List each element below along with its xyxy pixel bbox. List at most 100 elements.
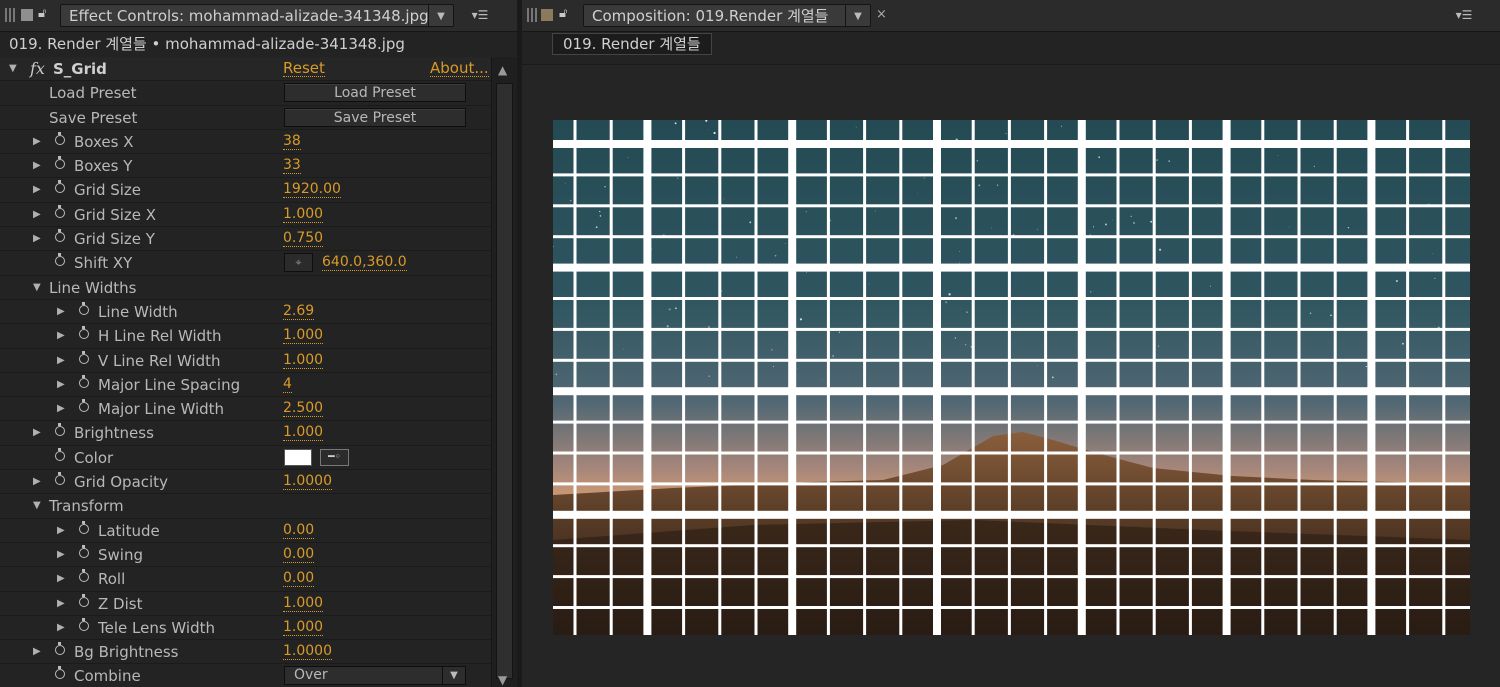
triangle-collapsed-icon[interactable]: ▶ (57, 355, 65, 367)
stopwatch-icon[interactable] (55, 642, 65, 656)
stopwatch-icon[interactable] (79, 350, 89, 364)
triangle-collapsed-icon[interactable]: ▶ (57, 330, 65, 342)
param-value-v-line-rel-width[interactable]: 1.000 (283, 352, 324, 369)
reset-link[interactable]: Reset (283, 60, 325, 77)
param-value-major-line-spacing[interactable]: 4 (283, 376, 292, 393)
scrollbar-thumb[interactable] (496, 83, 513, 679)
stopwatch-icon[interactable] (55, 229, 65, 243)
stopwatch-icon[interactable] (55, 253, 65, 267)
stopwatch-icon[interactable] (79, 301, 89, 315)
param-value-line-width[interactable]: 2.69 (283, 303, 315, 320)
chevron-down-icon[interactable]: ▼ (845, 5, 870, 26)
composition-name-tab[interactable]: 019. Render 계열들 (552, 33, 712, 55)
group-row-transform[interactable]: ▼ Transform (0, 494, 491, 519)
stopwatch-icon[interactable] (55, 423, 65, 437)
stopwatch-icon[interactable] (55, 472, 65, 486)
combine-select[interactable]: Over ▼ (284, 666, 466, 686)
param-value-z-dist[interactable]: 1.000 (283, 595, 324, 612)
triangle-expanded-icon[interactable]: ▼ (33, 282, 41, 294)
triangle-collapsed-icon[interactable]: ▶ (57, 525, 65, 537)
stopwatch-icon[interactable] (79, 520, 89, 534)
triangle-collapsed-icon[interactable]: ▶ (33, 646, 41, 658)
fx-icon[interactable]: fx (30, 59, 45, 78)
param-value-latitude[interactable]: 0.00 (283, 522, 315, 539)
panel-menu-icon[interactable]: ▾☰ (468, 6, 492, 24)
param-value-grid-size-y[interactable]: 0.750 (283, 230, 324, 248)
param-value-swing[interactable]: 0.00 (283, 546, 315, 563)
param-value-grid-size[interactable]: 1920.00 (283, 181, 341, 199)
triangle-collapsed-icon[interactable]: ▶ (57, 549, 65, 561)
param-value-boxes-x[interactable]: 38 (283, 133, 301, 150)
effect-header-row[interactable]: ▼ fx S_Grid Reset About... (0, 57, 491, 82)
param-value-grid-opacity[interactable]: 1.0000 (283, 473, 332, 491)
param-value-roll[interactable]: 0.00 (283, 570, 315, 588)
param-value-h-line-rel-width[interactable]: 1.000 (283, 327, 324, 345)
triangle-collapsed-icon[interactable]: ▶ (57, 403, 65, 415)
major-horizontal-grid-line (553, 140, 1470, 148)
group-row-line-widths[interactable]: ▼ Line Widths (0, 276, 491, 300)
param-value-shift-xy[interactable]: 640.0,360.0 (322, 254, 407, 272)
lock-icon[interactable]: 🔓︎ (38, 6, 50, 22)
stopwatch-icon[interactable] (55, 204, 65, 218)
scroll-down-icon[interactable]: ▼ (498, 673, 507, 687)
color-swatch[interactable] (284, 448, 312, 466)
param-label: Bg Brightness (74, 643, 179, 662)
param-value-bg-brightness[interactable]: 1.0000 (283, 643, 332, 661)
param-value-brightness[interactable]: 1.000 (283, 424, 324, 442)
lock-icon[interactable]: 🔓︎ (559, 6, 571, 22)
triangle-collapsed-icon[interactable]: ▶ (57, 622, 65, 634)
tab-effect-controls[interactable]: Effect Controls: mohammad-alizade-341348… (60, 4, 454, 27)
triangle-collapsed-icon[interactable]: ▶ (33, 476, 41, 488)
triangle-collapsed-icon[interactable]: ▶ (57, 379, 65, 391)
param-value-major-line-width[interactable]: 2.500 (283, 400, 324, 418)
save-preset-button[interactable]: Save Preset (284, 107, 466, 127)
eyedropper-icon[interactable]: ━◦ (320, 448, 349, 466)
star (797, 368, 798, 369)
triangle-collapsed-icon[interactable]: ▶ (33, 136, 41, 148)
stopwatch-icon[interactable] (55, 180, 65, 194)
triangle-collapsed-icon[interactable]: ▶ (33, 233, 41, 245)
param-value-boxes-y[interactable]: 33 (283, 157, 301, 175)
triangle-collapsed-icon[interactable]: ▶ (33, 209, 41, 221)
stopwatch-icon[interactable] (79, 326, 89, 340)
stopwatch-icon[interactable] (79, 374, 89, 388)
star (771, 349, 773, 351)
load-preset-label: Load Preset (49, 84, 137, 103)
stopwatch-icon[interactable] (55, 666, 65, 680)
stopwatch-icon[interactable] (79, 544, 89, 558)
param-row-latitude: ▶ Latitude 0.00 (0, 519, 491, 543)
triangle-collapsed-icon[interactable]: ▶ (57, 573, 65, 585)
stopwatch-icon[interactable] (55, 131, 65, 145)
about-link[interactable]: About... (430, 60, 489, 77)
stopwatch-icon[interactable] (55, 447, 65, 461)
tab-composition[interactable]: Composition: 019.Render 계열들 ▼ (583, 4, 871, 27)
param-value-tele-lens-width[interactable]: 1.000 (283, 619, 324, 636)
crosshair-icon[interactable]: ⌖ (284, 253, 313, 273)
vertical-scrollbar[interactable]: ▲ ▼ (491, 57, 517, 687)
triangle-collapsed-icon[interactable]: ▶ (33, 160, 41, 172)
triangle-collapsed-icon[interactable]: ▶ (57, 306, 65, 318)
scroll-up-icon[interactable]: ▲ (498, 63, 507, 77)
stopwatch-icon[interactable] (79, 399, 89, 413)
param-value-grid-size-x[interactable]: 1.000 (283, 206, 324, 223)
stopwatch-icon[interactable] (79, 617, 89, 631)
load-preset-button[interactable]: Load Preset (284, 83, 466, 103)
triangle-collapsed-icon[interactable]: ▶ (57, 598, 65, 610)
vertical-grid-line (754, 120, 758, 635)
chevron-down-icon[interactable]: ▼ (428, 5, 453, 26)
stopwatch-icon[interactable] (79, 593, 89, 607)
triangle-collapsed-icon[interactable]: ▶ (33, 184, 41, 196)
composition-frame[interactable] (553, 120, 1470, 635)
panel-menu-icon[interactable]: ▾☰ (1452, 6, 1476, 24)
chevron-down-icon[interactable]: ▼ (442, 667, 465, 685)
composition-viewer[interactable] (522, 64, 1500, 687)
panel-grip-icon[interactable] (5, 8, 15, 22)
panel-grip-icon[interactable] (527, 8, 537, 22)
triangle-expanded-icon[interactable]: ▼ (33, 500, 41, 512)
close-icon[interactable]: × (876, 6, 890, 24)
triangle-collapsed-icon[interactable]: ▶ (33, 427, 41, 439)
stopwatch-icon[interactable] (55, 156, 65, 170)
triangle-expanded-icon[interactable]: ▼ (9, 63, 17, 75)
stopwatch-icon[interactable] (79, 569, 89, 583)
major-vertical-grid-line (643, 120, 652, 635)
